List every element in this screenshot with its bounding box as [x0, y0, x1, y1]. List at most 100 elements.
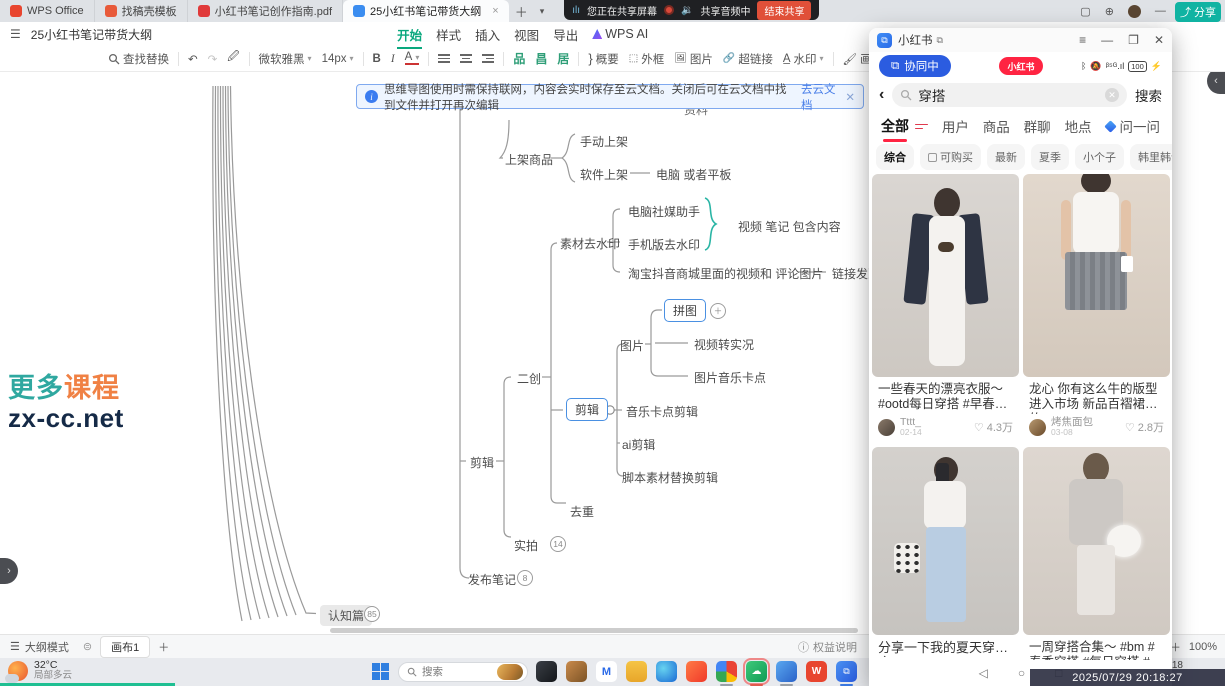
- notice-close-icon[interactable]: ✕: [845, 90, 855, 104]
- chip-overall[interactable]: 综合: [876, 144, 914, 170]
- weather-widget[interactable]: 32°C 局部多云: [8, 660, 72, 681]
- post-image[interactable]: [872, 447, 1019, 635]
- tab-users[interactable]: 用户: [942, 116, 969, 136]
- menu-hamburger-icon[interactable]: ☰: [10, 27, 21, 41]
- avatar[interactable]: [878, 419, 895, 436]
- mindmap-node[interactable]: ai剪辑: [622, 436, 655, 453]
- align-left-button[interactable]: [438, 52, 450, 65]
- layout-icon[interactable]: ▢: [1080, 5, 1090, 18]
- filter-icon[interactable]: [915, 121, 928, 131]
- mindmap-node[interactable]: 图片音乐卡点: [694, 369, 766, 386]
- post-image[interactable]: [1023, 174, 1170, 377]
- post-image[interactable]: [872, 174, 1019, 377]
- insert-topic-button[interactable]: 品: [513, 50, 525, 67]
- wps-app-icon[interactable]: W: [806, 661, 827, 682]
- maximize-button[interactable]: ❐: [1128, 33, 1139, 47]
- start-button[interactable]: [372, 663, 390, 681]
- add-canvas-button[interactable]: ＋: [158, 639, 169, 655]
- mindmap-node[interactable]: 视频转实况: [694, 336, 754, 353]
- mindmap-node[interactable]: 脚本素材替换剪辑: [622, 469, 718, 486]
- menu-home[interactable]: 开始: [397, 25, 422, 44]
- new-tab-button[interactable]: ＋: [509, 0, 534, 22]
- xhs-title-bar[interactable]: ⧉ 小红书 ⧉ ≡ — ❐ ✕: [869, 28, 1172, 52]
- chip-buyable[interactable]: 可购买: [920, 144, 981, 170]
- nav-home-icon[interactable]: ○: [1018, 666, 1025, 680]
- mindmap-node[interactable]: 二创: [517, 370, 541, 387]
- search-input[interactable]: 穿搭 ✕: [892, 83, 1127, 107]
- chip-petite[interactable]: 小个子: [1075, 144, 1124, 170]
- mindmap-node[interactable]: 剪辑: [470, 454, 494, 471]
- collapsed-count-badge[interactable]: 8: [517, 570, 533, 586]
- avatar[interactable]: [1128, 5, 1141, 18]
- post-caption[interactable]: 分享一下我的夏天穿搭合: [872, 635, 1019, 657]
- mindmap-node[interactable]: 淘宝抖音商城里面的视频和 评论图片: [628, 265, 823, 282]
- tab-wps-office[interactable]: WPS Office: [0, 0, 95, 22]
- coop-mode-pill[interactable]: ⧉ 协同中: [879, 55, 951, 77]
- window-menu-icon[interactable]: ≡: [1079, 33, 1086, 47]
- outline-mode-button[interactable]: 大纲模式: [25, 639, 69, 655]
- menu-export[interactable]: 导出: [553, 25, 578, 44]
- theme-icon[interactable]: ⊜: [83, 640, 92, 653]
- post-image[interactable]: [1023, 447, 1170, 635]
- post-card[interactable]: 龙心 你有这么牛的版型进入市场 新品百褶裙真的… 烤焦面包 03-08 ♡2.8…: [1023, 174, 1170, 443]
- mindmap-node[interactable]: 上架商品: [505, 151, 553, 168]
- tab-places[interactable]: 地点: [1065, 116, 1092, 136]
- rights-label[interactable]: 权益说明: [813, 639, 857, 655]
- tab-goods[interactable]: 商品: [983, 116, 1010, 136]
- chrome-icon[interactable]: [716, 661, 737, 682]
- minimize-button[interactable]: —: [1101, 33, 1113, 47]
- chip-korean[interactable]: 韩里韩气: [1130, 144, 1172, 170]
- insert-image-button[interactable]: 🖼图片: [674, 51, 713, 67]
- mindmap-node[interactable]: 手动上架: [580, 133, 628, 150]
- format-painter-button[interactable]: 🖉: [227, 49, 239, 68]
- tab-all[interactable]: 全部: [881, 116, 909, 136]
- close-button[interactable]: ✕: [1154, 33, 1164, 47]
- post-card[interactable]: 分享一下我的夏天穿搭合: [872, 447, 1019, 672]
- photos-app-icon[interactable]: [776, 661, 797, 682]
- share-button[interactable]: ⤴ 分享: [1175, 2, 1221, 22]
- font-size-select[interactable]: 14px▾: [322, 53, 354, 65]
- files-app-icon[interactable]: [536, 661, 557, 682]
- mindmap-node-jianji-selected[interactable]: 剪辑: [566, 398, 608, 421]
- post-card[interactable]: 一些春天的漂亮衣服～ #ootd每日穿搭 #早春… Tttt_ 02-14 ♡4…: [872, 174, 1019, 443]
- undo-button[interactable]: ↶: [188, 52, 198, 66]
- hyperlink-button[interactable]: 🔗超链接: [723, 51, 773, 67]
- avatar[interactable]: [1029, 419, 1046, 436]
- mindmap-node[interactable]: 发布笔记: [468, 571, 516, 588]
- stop-share-button[interactable]: 结束共享: [757, 1, 811, 20]
- globe-icon[interactable]: ⊕: [1105, 5, 1114, 18]
- tab-list-chevron-icon[interactable]: ▾: [534, 0, 551, 22]
- collapsed-count-badge[interactable]: 14: [550, 536, 566, 552]
- menu-view[interactable]: 视图: [514, 25, 539, 44]
- insert-subtopic-button[interactable]: 昌: [535, 50, 547, 67]
- italic-button[interactable]: I: [391, 53, 395, 65]
- find-replace-button[interactable]: 查找替换: [108, 51, 169, 67]
- collapsed-count-badge[interactable]: 85: [364, 606, 380, 622]
- watermark-button[interactable]: A̲水印▾: [783, 51, 824, 67]
- toolbox-app-icon[interactable]: [566, 661, 587, 682]
- screen-mirror-app-icon[interactable]: ⧉: [836, 661, 857, 682]
- mindmap-node[interactable]: 实拍: [514, 537, 538, 554]
- chip-summer[interactable]: 夏季: [1031, 144, 1069, 170]
- mindmap-node[interactable]: 手机版去水印: [628, 236, 700, 253]
- insert-relation-button[interactable]: 居: [557, 50, 569, 67]
- bold-button[interactable]: B: [373, 53, 381, 65]
- chip-newest[interactable]: 最新: [987, 144, 1025, 170]
- mindmap-node[interactable]: 软件上架: [580, 166, 628, 183]
- tab-qa[interactable]: 问一问: [1105, 116, 1160, 136]
- horizontal-scrollbar[interactable]: [330, 628, 858, 633]
- mindmap-node[interactable]: 素材去水印: [560, 235, 620, 252]
- mindmap-node[interactable]: 电脑社媒助手: [628, 203, 700, 220]
- frame-button[interactable]: ⬚外框: [629, 51, 664, 67]
- tab-pdf-guide[interactable]: 小红书笔记创作指南.pdf: [188, 0, 343, 22]
- mindmap-node[interactable]: 音乐卡点剪辑: [626, 403, 698, 420]
- tab-close-icon[interactable]: ×: [492, 5, 498, 17]
- mindmap-node[interactable]: 电脑 或者平板: [656, 166, 731, 183]
- go-to-cloud-link[interactable]: 去云文档: [801, 81, 837, 113]
- mindmap-node[interactable]: 视频 笔记 包含内容: [738, 218, 841, 235]
- clear-search-icon[interactable]: ✕: [1105, 88, 1119, 102]
- search-highlight-image[interactable]: [497, 664, 523, 680]
- search-button[interactable]: 搜索: [1135, 85, 1162, 105]
- add-child-button[interactable]: ＋: [710, 303, 726, 319]
- align-right-button[interactable]: [482, 52, 494, 65]
